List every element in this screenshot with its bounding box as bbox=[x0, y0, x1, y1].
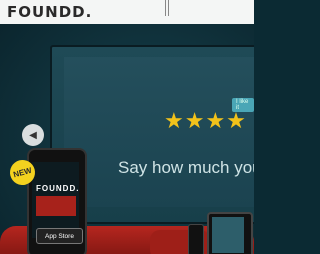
app-store-button[interactable]: App Store bbox=[36, 228, 83, 244]
mini-phone-image bbox=[188, 224, 204, 254]
divider bbox=[168, 0, 169, 16]
phone-logo: FOUNDD. bbox=[36, 184, 80, 193]
tablet-screen bbox=[212, 217, 244, 253]
carousel-prev-button[interactable]: ◀ bbox=[22, 124, 44, 146]
landing-page: FOUNDD. I like it ★★★★ Say how much you … bbox=[0, 0, 254, 254]
top-bar: FOUNDD. bbox=[0, 0, 254, 24]
rating-stars: ★★★★ bbox=[164, 108, 247, 133]
divider bbox=[165, 0, 166, 16]
brand-logo[interactable]: FOUNDD. bbox=[7, 3, 92, 21]
app-store-label: App Store bbox=[45, 232, 74, 240]
hero-tagline: Say how much you bbox=[118, 158, 254, 177]
chevron-left-icon: ◀ bbox=[29, 129, 37, 141]
phone-sofa-image bbox=[36, 196, 76, 216]
new-badge-label: NEW bbox=[12, 165, 33, 180]
